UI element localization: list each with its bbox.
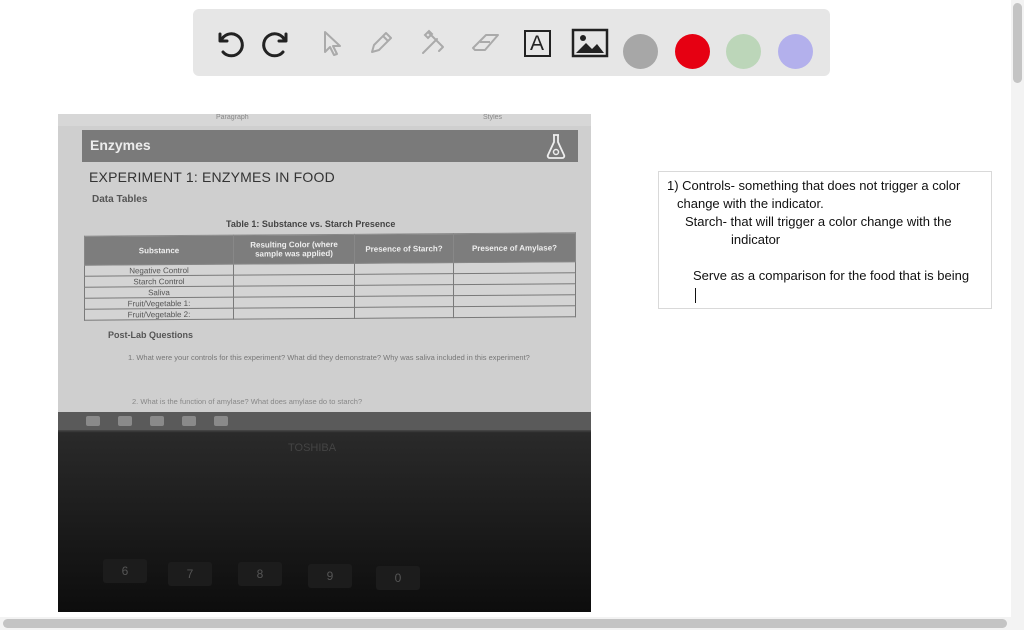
horizontal-scroll-thumb[interactable] <box>3 619 1007 628</box>
worksheet-photo: Paragraph Styles Enzymes EXPERIMENT 1: E… <box>58 114 591 612</box>
color-swatch-purple[interactable] <box>778 34 813 69</box>
image-button[interactable] <box>570 23 610 63</box>
eraser-button[interactable] <box>466 23 506 63</box>
eraser-icon <box>472 34 499 51</box>
word-ribbon-strip: Paragraph Styles <box>58 114 591 126</box>
data-tables-heading: Data Tables <box>92 194 148 205</box>
redo-icon <box>262 32 288 58</box>
laptop-brand-logo: TOSHIBA <box>288 442 337 454</box>
ribbon-paragraph-label: Paragraph <box>216 114 249 121</box>
keyboard-key: 0 <box>376 566 420 590</box>
col-substance: Substance <box>84 235 234 266</box>
vertical-scroll-thumb[interactable] <box>1013 3 1022 83</box>
color-swatch-red[interactable] <box>675 34 710 69</box>
section-header: Enzymes <box>82 130 578 162</box>
redo-button[interactable] <box>258 23 298 63</box>
col-amylase: Presence of Amylase? <box>453 232 576 263</box>
text-button[interactable]: A <box>517 23 557 63</box>
undo-icon <box>218 32 244 58</box>
keyboard-key: 9 <box>308 564 352 588</box>
note-line-3: Starch- that will trigger a color change… <box>685 214 952 229</box>
keyboard-key: 6 <box>103 559 147 583</box>
undo-button[interactable] <box>208 23 248 63</box>
laptop-screen: Paragraph Styles Enzymes EXPERIMENT 1: E… <box>58 114 591 424</box>
pencil-button[interactable] <box>361 23 401 63</box>
table-title: Table 1: Substance vs. Starch Presence <box>226 219 396 229</box>
tools-button[interactable] <box>413 23 453 63</box>
flask-icon <box>546 134 566 159</box>
experiment-title: EXPERIMENT 1: ENZYMES IN FOOD <box>89 169 335 185</box>
taskbar-icon <box>182 416 196 426</box>
taskbar-icon <box>214 416 228 426</box>
taskbar-icon <box>150 416 164 426</box>
keyboard-key: 8 <box>238 562 282 586</box>
note-line-1: 1) Controls- something that does not tri… <box>667 178 961 193</box>
color-swatch-green[interactable] <box>726 34 761 69</box>
note-line-2: change with the indicator. <box>677 196 824 211</box>
post-lab-question-2: 2. What is the function of amylase? What… <box>132 397 363 406</box>
vertical-scrollbar[interactable] <box>1011 0 1024 630</box>
windows-taskbar <box>58 412 591 430</box>
taskbar-icon <box>86 416 100 426</box>
col-resulting-color: Resulting Color (where sample was applie… <box>233 234 355 265</box>
pointer-icon <box>324 31 341 56</box>
ribbon-styles-label: Styles <box>483 114 503 121</box>
text-icon: A <box>523 29 551 57</box>
text-caret <box>695 288 696 303</box>
post-lab-question-1: 1. What were your controls for this expe… <box>128 353 530 362</box>
tools-icon <box>422 29 444 54</box>
section-title: Enzymes <box>90 137 151 153</box>
color-swatch-gray[interactable] <box>623 34 658 69</box>
notes-text-box[interactable]: 1) Controls- something that does not tri… <box>658 171 992 309</box>
post-lab-heading: Post-Lab Questions <box>108 330 194 340</box>
horizontal-scrollbar[interactable] <box>0 617 1011 630</box>
drawing-toolbar: A <box>193 9 830 76</box>
table-row: Fruit/Vegetable 2: <box>84 305 576 321</box>
select-button[interactable] <box>310 23 350 63</box>
image-icon <box>571 28 609 58</box>
pencil-icon <box>371 32 392 53</box>
keyboard-key: 7 <box>168 562 212 586</box>
note-line-5: Serve as a comparison for the food that … <box>693 268 970 283</box>
taskbar-icon <box>118 416 132 426</box>
note-line-4: indicator <box>731 232 781 247</box>
col-starch: Presence of Starch? <box>354 233 454 264</box>
substance-table: Substance Resulting Color (where sample … <box>84 232 576 321</box>
